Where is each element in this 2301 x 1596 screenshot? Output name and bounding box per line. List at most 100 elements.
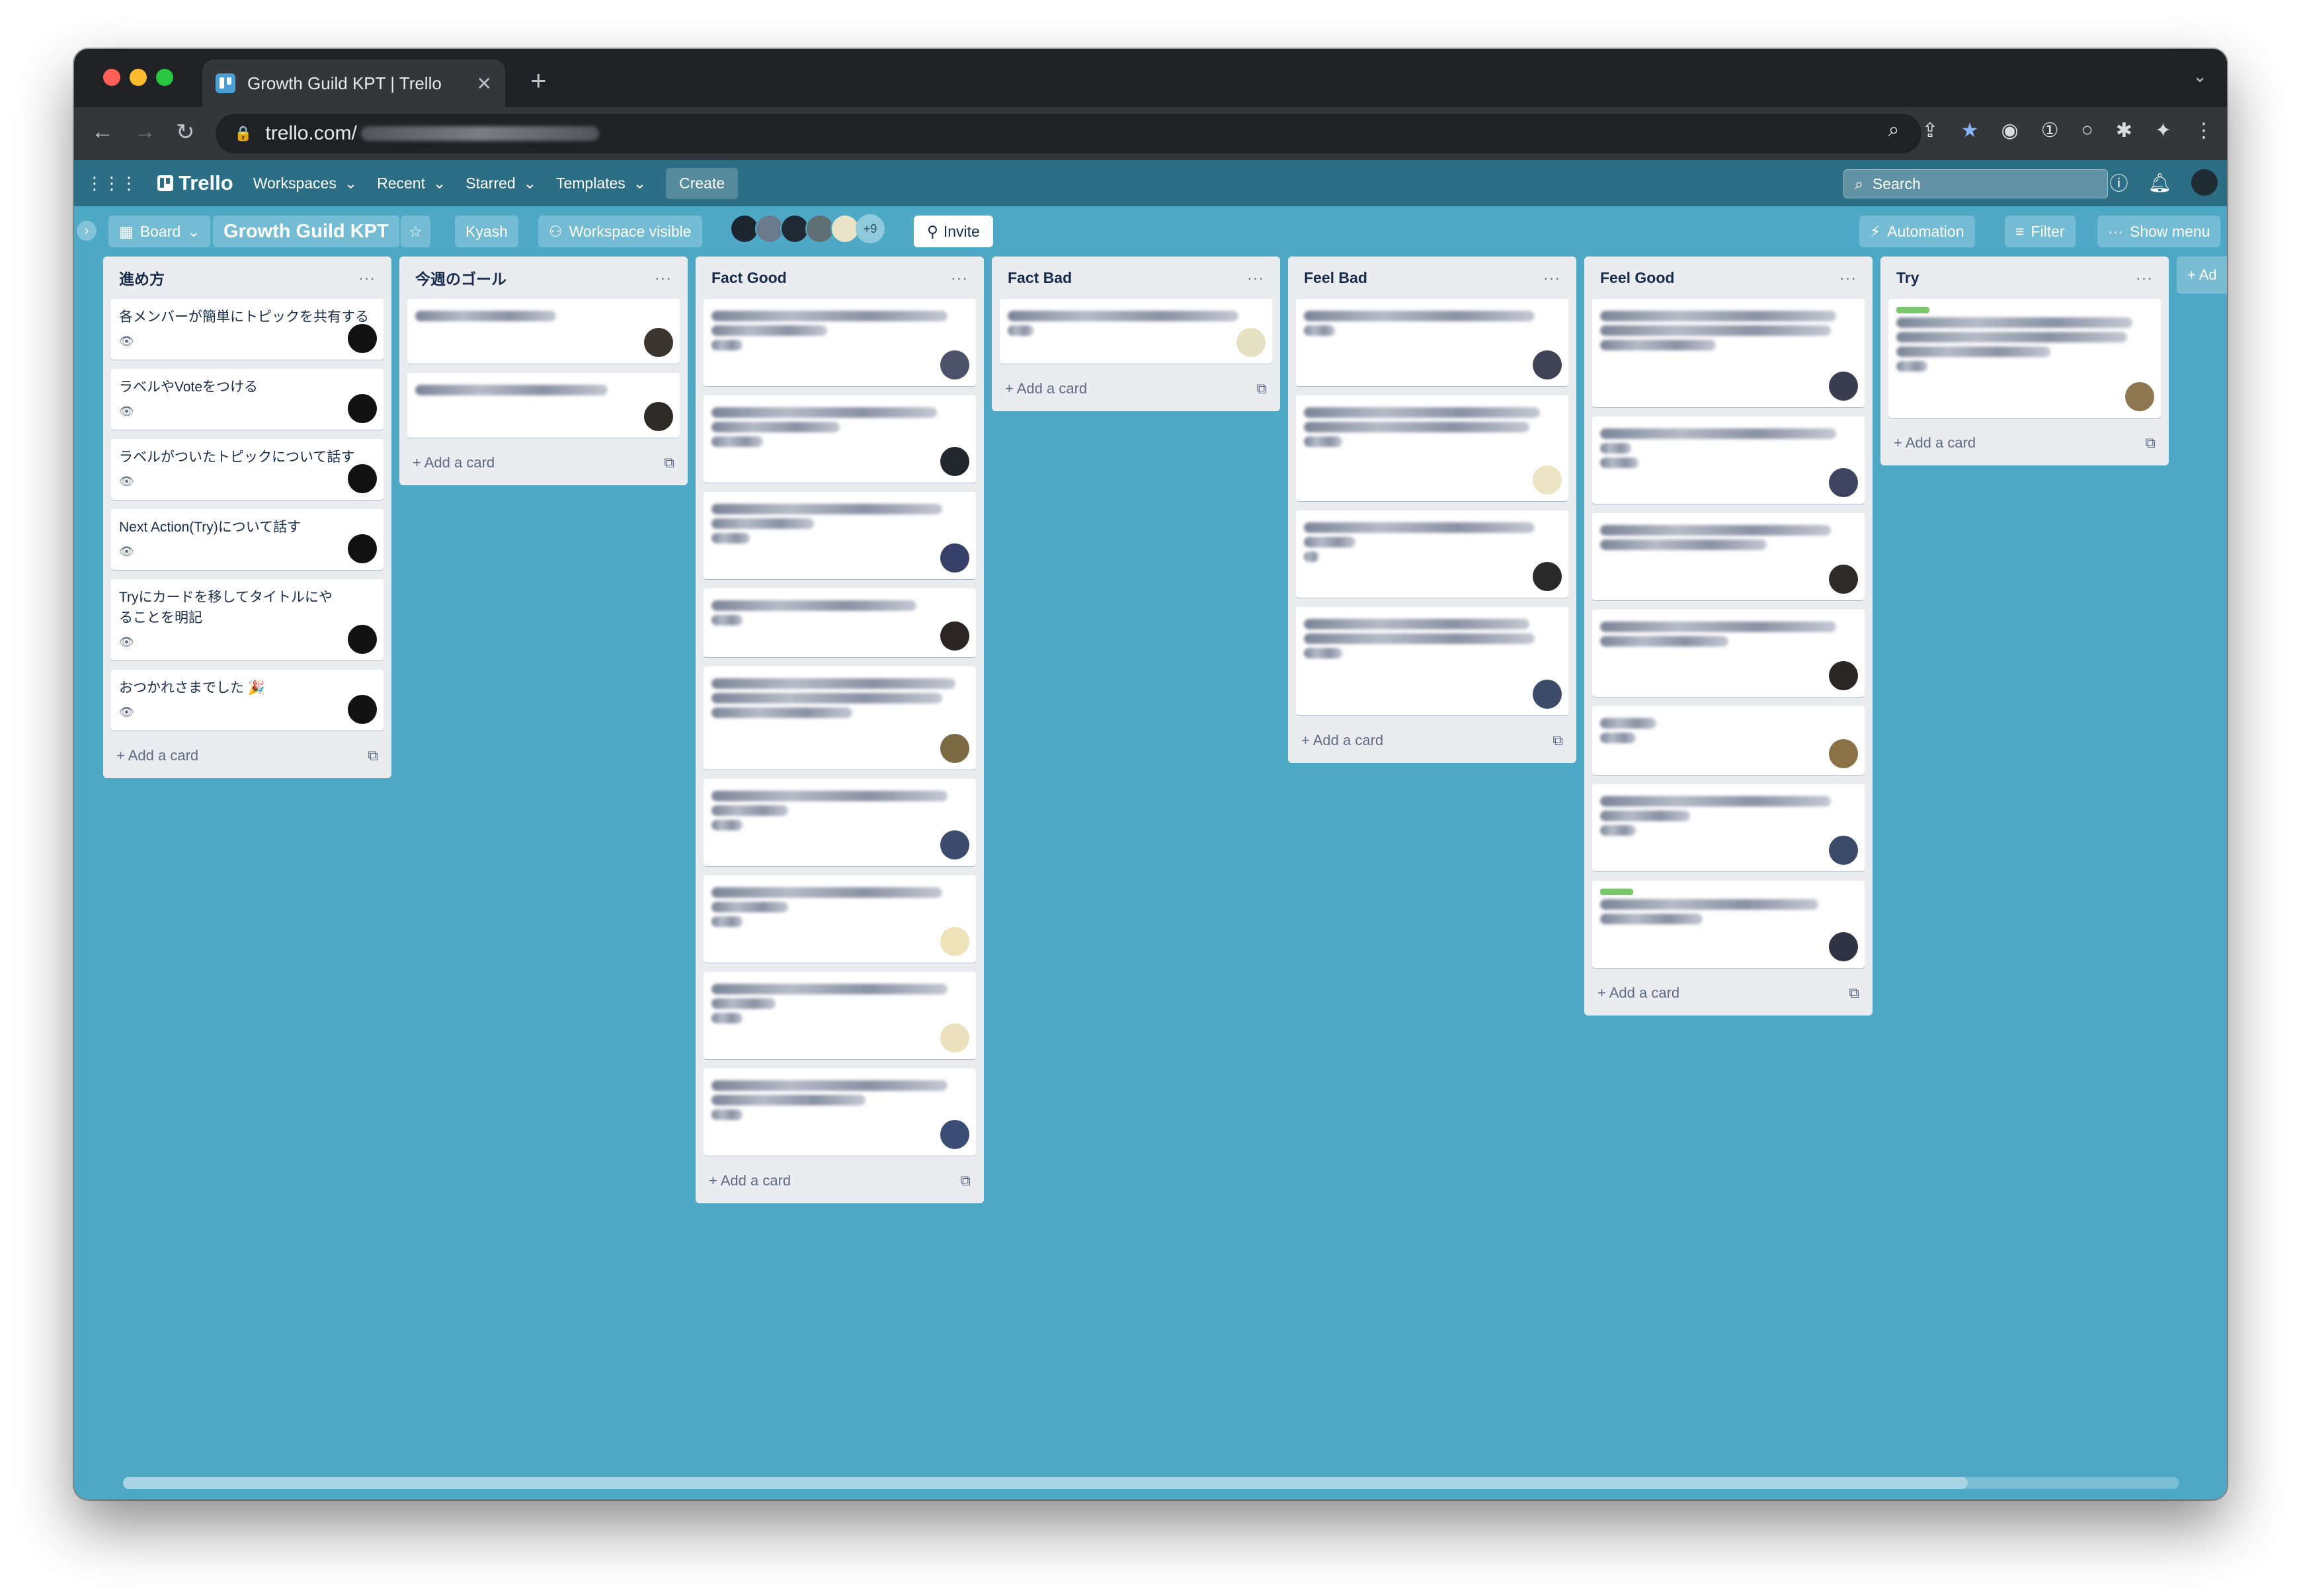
visibility-button[interactable]: ⚇ Workspace visible bbox=[538, 216, 702, 247]
scrollbar-thumb[interactable] bbox=[123, 1477, 1968, 1489]
list-card[interactable]: 各メンバーが簡単にトピックを共有する 👁︎ bbox=[111, 299, 384, 360]
card-member-avatar[interactable] bbox=[940, 621, 969, 651]
workspaces-menu[interactable]: Workspaces ⌄ bbox=[253, 175, 357, 192]
card-member-avatar[interactable] bbox=[1829, 468, 1858, 497]
list-card[interactable]: おつかれさまでした 🎉 👁︎ bbox=[111, 670, 384, 731]
list-card[interactable] bbox=[407, 373, 680, 438]
card-member-avatar[interactable] bbox=[1236, 328, 1266, 357]
add-card-button[interactable]: + Add a card ⧉ bbox=[1888, 430, 2161, 456]
card-member-avatar[interactable] bbox=[940, 830, 969, 859]
invite-button[interactable]: ⚲ Invite bbox=[914, 216, 993, 247]
list-card[interactable] bbox=[1296, 607, 1568, 715]
card-member-avatar[interactable] bbox=[1829, 739, 1858, 768]
list-menu-icon[interactable]: ··· bbox=[1543, 269, 1560, 287]
list-menu-icon[interactable]: ··· bbox=[655, 269, 672, 287]
list-menu-icon[interactable]: ··· bbox=[951, 269, 968, 287]
zoom-icon[interactable]: ⌕ bbox=[1888, 119, 1900, 142]
card-member-avatar[interactable] bbox=[348, 695, 377, 724]
list-card[interactable] bbox=[704, 588, 976, 657]
list-menu-icon[interactable]: ··· bbox=[2136, 269, 2153, 287]
list-card[interactable] bbox=[1296, 395, 1568, 501]
horizontal-scrollbar[interactable] bbox=[123, 1477, 2179, 1489]
list-title[interactable]: Feel Bad bbox=[1304, 269, 1367, 287]
card-member-avatar[interactable] bbox=[348, 625, 377, 654]
card-member-avatar[interactable] bbox=[1829, 836, 1858, 865]
reload-icon[interactable]: ↻ bbox=[176, 119, 195, 145]
list-menu-icon[interactable]: ··· bbox=[358, 269, 376, 287]
card-member-avatar[interactable] bbox=[644, 402, 673, 431]
add-card-button[interactable]: + Add a card ⧉ bbox=[407, 450, 680, 476]
list-card[interactable] bbox=[407, 299, 680, 364]
list-title[interactable]: 今週のゴール bbox=[415, 266, 506, 289]
notifications-bell-icon[interactable]: 🔔︎ bbox=[2148, 172, 2171, 194]
card-member-avatar[interactable] bbox=[348, 394, 377, 423]
forward-icon[interactable]: → bbox=[134, 119, 156, 145]
card-member-avatar[interactable] bbox=[1829, 565, 1858, 594]
card-member-avatar[interactable] bbox=[940, 543, 969, 573]
card-member-avatar[interactable] bbox=[940, 1120, 969, 1149]
filter-button[interactable]: ≡ Filter bbox=[2005, 216, 2076, 247]
create-button[interactable]: Create bbox=[666, 167, 739, 199]
add-card-button[interactable]: + Add a card ⧉ bbox=[111, 742, 384, 769]
add-card-button[interactable]: + Add a card ⧉ bbox=[704, 1168, 976, 1194]
card-member-avatar[interactable] bbox=[1533, 465, 1562, 495]
board-view-switcher[interactable]: ▦ Board ⌄ bbox=[108, 216, 211, 247]
list-card[interactable] bbox=[1592, 417, 1865, 504]
minimize-window-button[interactable] bbox=[130, 69, 147, 86]
close-tab-icon[interactable]: ✕ bbox=[477, 73, 492, 95]
automation-button[interactable]: ⚡ Automation bbox=[1859, 216, 1975, 247]
card-member-avatar[interactable] bbox=[1829, 372, 1858, 401]
list-card[interactable] bbox=[704, 666, 976, 770]
card-member-avatar[interactable] bbox=[1533, 562, 1562, 591]
browser-tab[interactable]: Growth Guild KPT | Trello ✕ bbox=[202, 60, 505, 107]
member-avatar[interactable] bbox=[2191, 169, 2218, 196]
template-icon[interactable]: ⧉ bbox=[1849, 984, 1859, 1002]
card-member-avatar[interactable] bbox=[940, 1023, 969, 1053]
browser-menu-icon[interactable]: ⋮ bbox=[2194, 119, 2214, 142]
show-menu-button[interactable]: ··· Show menu bbox=[2097, 216, 2221, 247]
list-card[interactable]: ラベルがついたトピックについて話す 👁︎ bbox=[111, 439, 384, 500]
add-card-button[interactable]: + Add a card ⧉ bbox=[1296, 727, 1568, 754]
card-member-avatar[interactable] bbox=[940, 927, 969, 956]
template-icon[interactable]: ⧉ bbox=[1256, 380, 1267, 397]
list-card[interactable] bbox=[704, 492, 976, 579]
star-board-icon[interactable]: ☆ bbox=[401, 216, 430, 247]
list-card[interactable] bbox=[1592, 881, 1865, 968]
template-icon[interactable]: ⧉ bbox=[368, 747, 378, 764]
app-switcher-icon[interactable]: ⋮⋮⋮ bbox=[86, 173, 138, 194]
new-tab-icon[interactable]: + bbox=[530, 65, 547, 97]
card-member-avatar[interactable] bbox=[348, 324, 377, 353]
template-icon[interactable]: ⧉ bbox=[1553, 732, 1563, 749]
card-member-avatar[interactable] bbox=[940, 350, 969, 379]
list-menu-icon[interactable]: ··· bbox=[1839, 269, 1857, 287]
list-card[interactable] bbox=[1592, 706, 1865, 775]
card-member-avatar[interactable] bbox=[348, 534, 377, 563]
list-card[interactable] bbox=[1000, 299, 1272, 364]
list-card[interactable] bbox=[1592, 299, 1865, 407]
password-manager-icon[interactable]: ① bbox=[2041, 119, 2059, 142]
list-title[interactable]: Feel Good bbox=[1600, 269, 1674, 287]
close-window-button[interactable] bbox=[103, 69, 120, 86]
list-title[interactable]: Try bbox=[1896, 269, 1919, 287]
list-card[interactable] bbox=[1888, 299, 2161, 418]
extension-ring-icon[interactable]: ○ bbox=[2081, 119, 2093, 142]
card-member-avatar[interactable] bbox=[1829, 932, 1858, 961]
zoom-window-button[interactable] bbox=[156, 69, 173, 86]
search-input[interactable]: ⌕ Search bbox=[1843, 169, 2108, 198]
card-member-avatar[interactable] bbox=[348, 464, 377, 493]
puzzle-icon[interactable]: ✱ bbox=[2116, 119, 2132, 142]
list-card[interactable]: Tryにカードを移してタイトルにやることを明記 👁︎ bbox=[111, 579, 384, 660]
template-icon[interactable]: ⧉ bbox=[960, 1172, 971, 1189]
card-member-avatar[interactable] bbox=[940, 447, 969, 476]
extension-icon[interactable]: ◉ bbox=[2001, 119, 2019, 142]
back-icon[interactable]: ← bbox=[91, 119, 114, 145]
profile-icon[interactable]: ✦ bbox=[2155, 119, 2171, 142]
template-icon[interactable]: ⧉ bbox=[664, 454, 674, 471]
list-card[interactable] bbox=[1296, 510, 1568, 598]
card-member-avatar[interactable] bbox=[2125, 382, 2154, 411]
card-member-avatar[interactable] bbox=[940, 734, 969, 763]
list-card[interactable] bbox=[1296, 299, 1568, 386]
list-card[interactable] bbox=[704, 875, 976, 963]
board-title[interactable]: Growth Guild KPT bbox=[213, 216, 399, 247]
list-card[interactable]: ラベルやVoteをつける 👁︎ bbox=[111, 369, 384, 430]
